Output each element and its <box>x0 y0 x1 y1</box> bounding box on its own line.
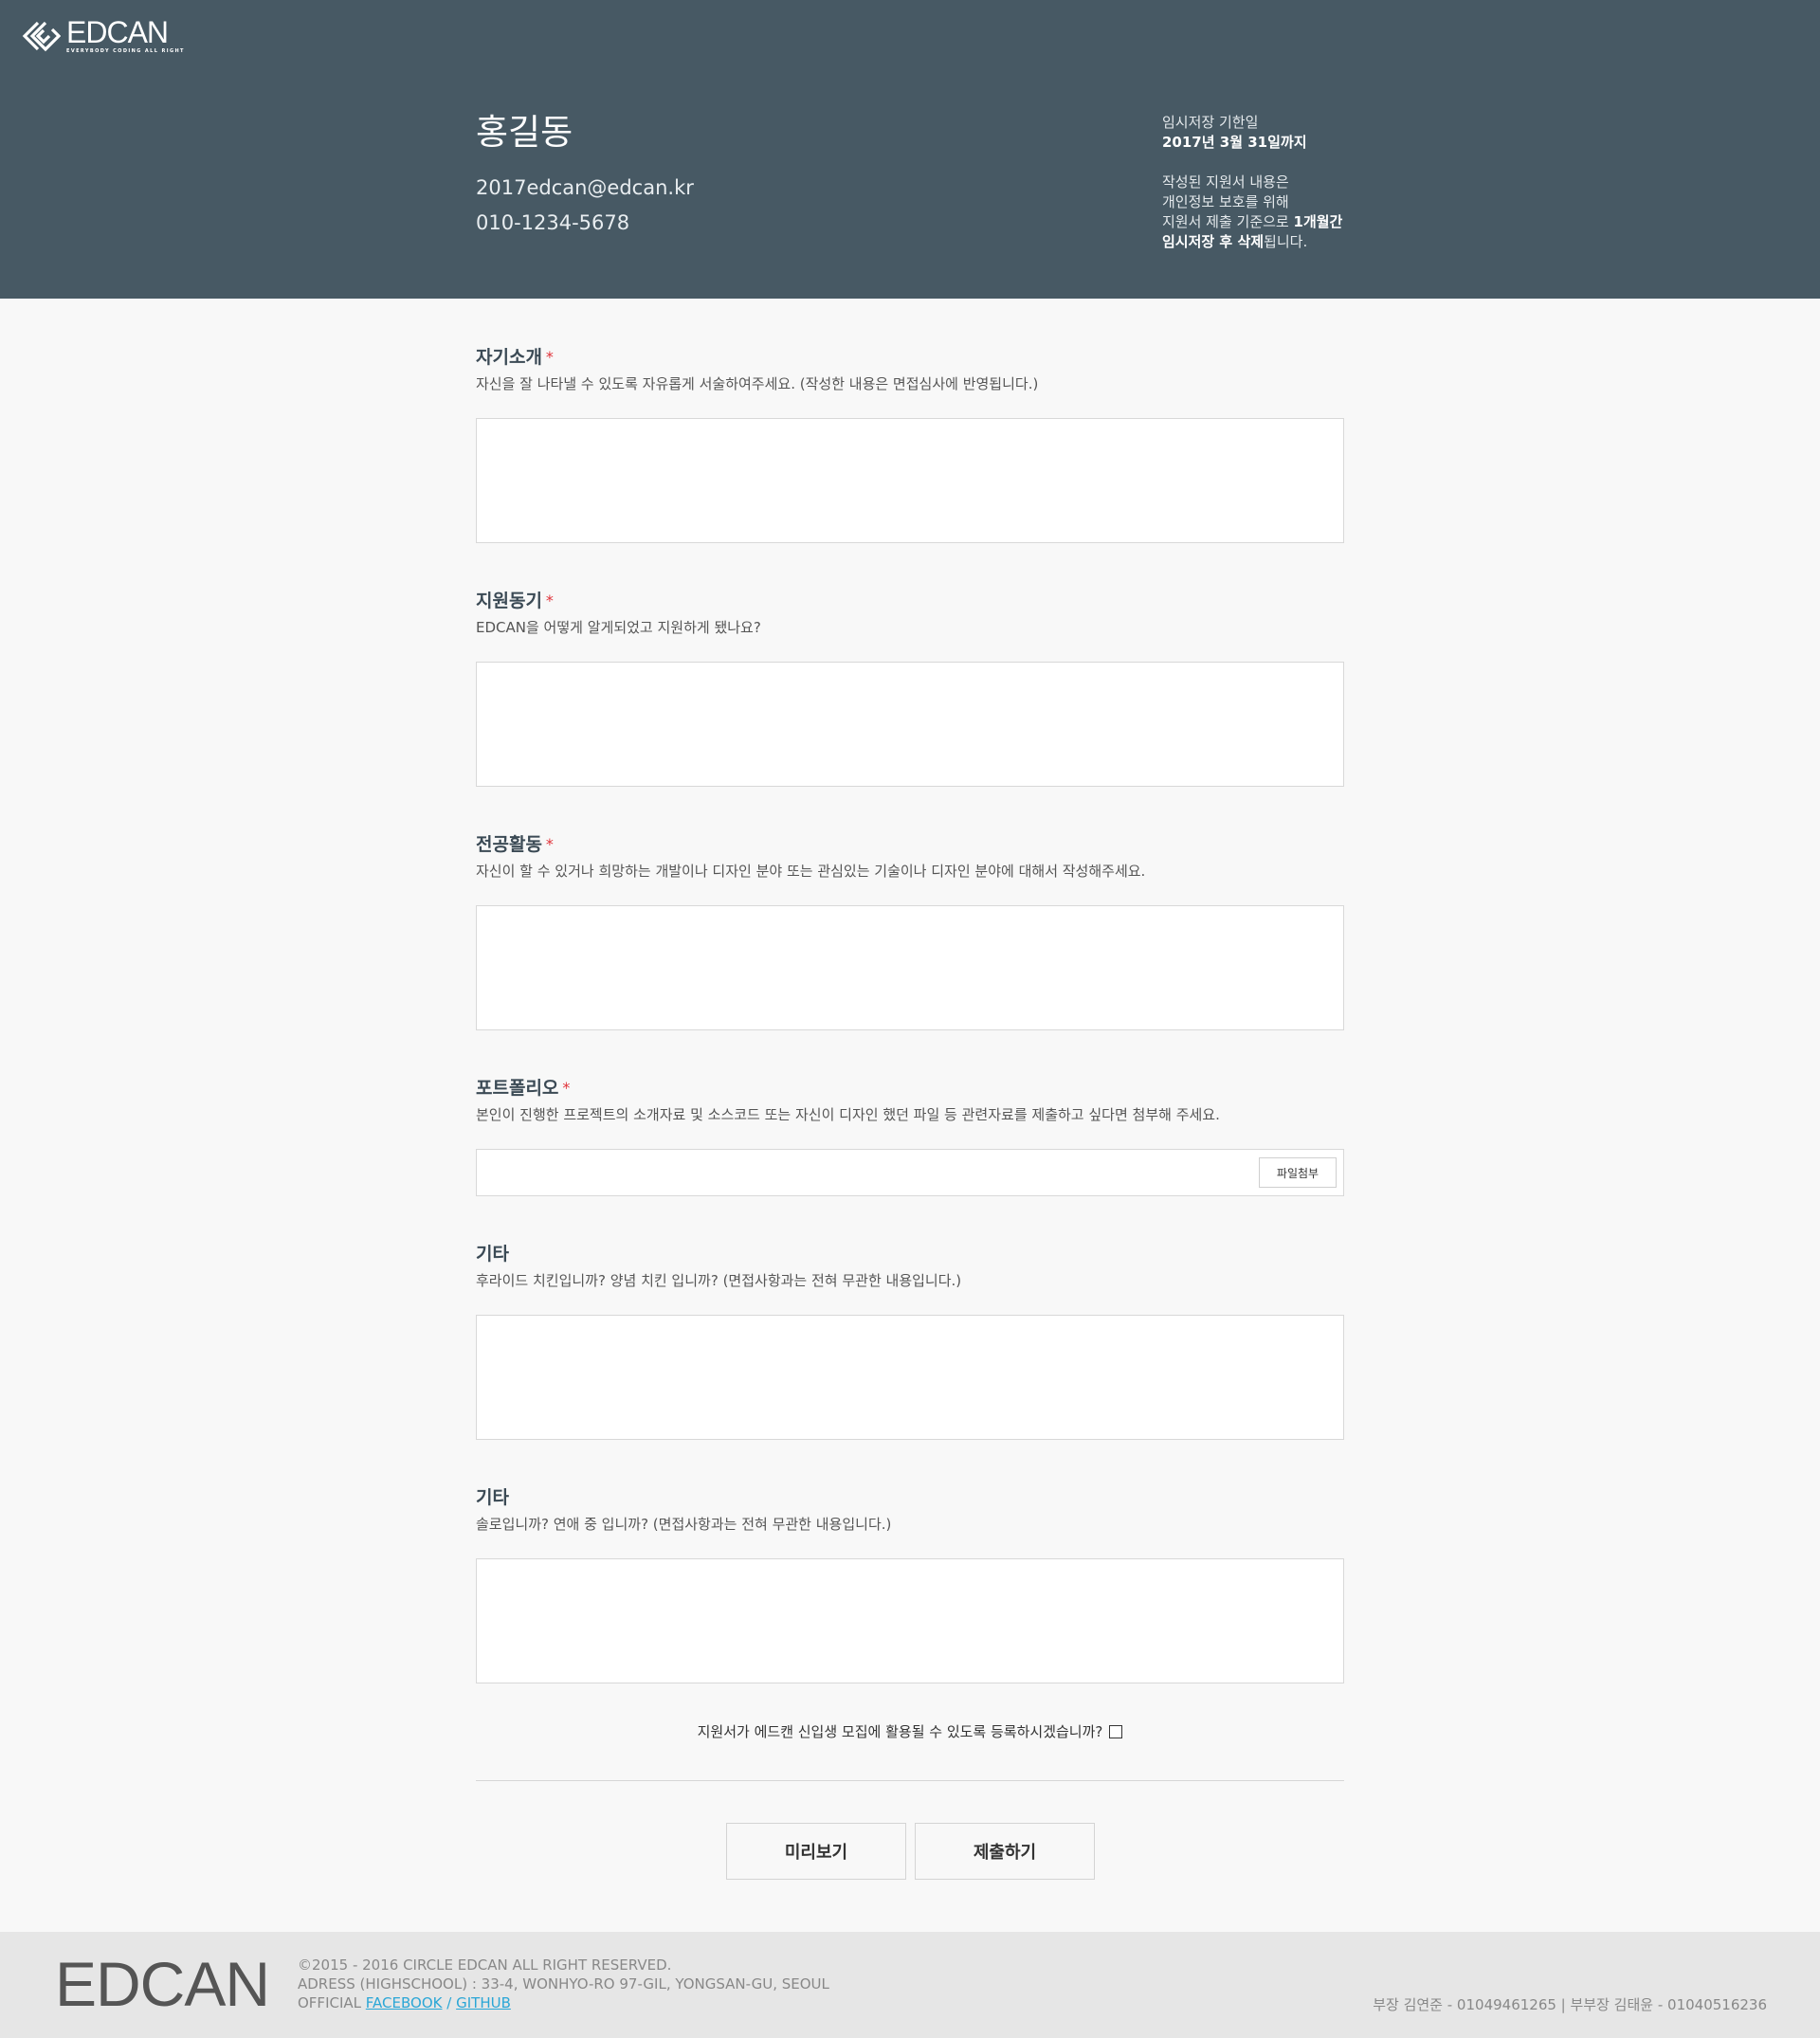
footer-copyright: ©2015 - 2016 CIRCLE EDCAN ALL RIGHT RESE… <box>298 1956 672 1974</box>
brand-logo[interactable]: EDCAN EVERYBODY CODING ALL RIGHT <box>21 17 185 54</box>
deadline-label: 임시저장 기한일 <box>1162 114 1259 131</box>
github-link[interactable]: GITHUB <box>456 1994 511 2011</box>
page-header: EDCAN EVERYBODY CODING ALL RIGHT 홍길동 201… <box>0 0 1820 299</box>
section-description: 솔로입니까? 연애 중 입니까? (면접사항과는 전혀 무관한 내용입니다.) <box>476 1516 892 1533</box>
notice-line-4-suffix: 됩니다. <box>1264 233 1308 250</box>
section-title: 자기소개 <box>476 347 542 368</box>
notice-line-2: 개인정보 보호를 위해 <box>1162 193 1289 210</box>
section-motivation: 지원동기 * EDCAN을 어떻게 알게되었고 지원하게 됐나요? <box>476 590 1344 637</box>
major-activity-textarea[interactable] <box>476 905 1344 1030</box>
self-introduction-textarea[interactable] <box>476 418 1344 543</box>
required-mark: * <box>545 348 554 366</box>
consent-row: 지원서가 에드캔 신입생 모집에 활용될 수 있도록 등록하시겠습니까? <box>476 1721 1344 1741</box>
notice-delete-policy: 임시저장 후 삭제 <box>1162 233 1265 250</box>
section-description: 본인이 진행한 프로젝트의 소개자료 및 소스코드 또는 자신이 디자인 했던 … <box>476 1106 1220 1123</box>
section-description: EDCAN을 어떻게 알게되었고 지원하게 됐나요? <box>476 619 761 636</box>
applicant-name: 홍길동 <box>476 112 573 153</box>
section-title: 지원동기 <box>476 591 542 611</box>
section-title: 기타 <box>476 1487 509 1508</box>
section-description: 자신이 할 수 있거나 희망하는 개발이나 디자인 분야 또는 관심있는 기술이… <box>476 863 1146 880</box>
section-description: 후라이드 치킨입니까? 양념 치킨 입니까? (면접사항과는 전혀 무관한 내용… <box>476 1272 962 1289</box>
preview-button[interactable]: 미리보기 <box>726 1823 906 1880</box>
edcan-diamond-logo-icon <box>22 21 61 51</box>
footer-address: ADRESS (HIGHSCHOOL) : 33-4, WONHYO-RO 97… <box>298 1975 829 1993</box>
divider <box>476 1780 1344 1781</box>
submit-button[interactable]: 제출하기 <box>915 1823 1095 1880</box>
required-mark: * <box>562 1079 571 1097</box>
page-footer: EDCAN ©2015 - 2016 CIRCLE EDCAN ALL RIGH… <box>0 1932 1820 2038</box>
footer-info: ©2015 - 2016 CIRCLE EDCAN ALL RIGHT RESE… <box>298 1956 829 2012</box>
portfolio-file-field[interactable]: 파일첨부 <box>476 1149 1344 1196</box>
deadline-value: 2017년 3월 31일까지 <box>1162 134 1307 151</box>
section-title: 전공활동 <box>476 834 542 855</box>
section-major-activity: 전공활동 * 자신이 할 수 있거나 희망하는 개발이나 디자인 분야 또는 관심… <box>476 833 1344 881</box>
notice-line-1: 작성된 지원서 내용은 <box>1162 173 1289 191</box>
attach-file-button[interactable]: 파일첨부 <box>1259 1157 1337 1188</box>
required-mark: * <box>545 591 554 610</box>
motivation-textarea[interactable] <box>476 662 1344 787</box>
consent-label: 지원서가 에드캔 신입생 모집에 활용될 수 있도록 등록하시겠습니까? <box>697 1723 1103 1740</box>
required-mark: * <box>545 835 554 853</box>
section-title: 기타 <box>476 1244 509 1265</box>
brand-tagline: EVERYBODY CODING ALL RIGHT <box>66 48 185 54</box>
section-etc-relationship: 기타 솔로입니까? 연애 중 입니까? (면접사항과는 전혀 무관한 내용입니다… <box>476 1486 1344 1534</box>
facebook-link[interactable]: FACEBOOK <box>366 1994 443 2011</box>
section-etc-chicken: 기타 후라이드 치킨입니까? 양념 치킨 입니까? (면접사항과는 전혀 무관한… <box>476 1243 1344 1290</box>
footer-logo: EDCAN <box>55 1949 270 2019</box>
consent-checkbox[interactable] <box>1109 1725 1123 1738</box>
footer-contacts: 부장 김연준 - 01049461265 | 부부장 김태윤 - 0104051… <box>1373 1996 1767 2013</box>
notice-retention-period: 1개월간 <box>1293 213 1343 230</box>
etc-relationship-textarea[interactable] <box>476 1558 1344 1683</box>
section-self-introduction: 자기소개 * 자신을 잘 나타낼 수 있도록 자유롭게 서술하여주세요. (작성한… <box>476 346 1344 393</box>
notice-line-3: 지원서 제출 기준으로 <box>1162 213 1294 230</box>
applicant-email: 2017edcan@edcan.kr <box>476 176 694 199</box>
applicant-phone: 010-1234-5678 <box>476 211 630 234</box>
applicant-profile: 홍길동 2017edcan@edcan.kr 010-1234-5678 <box>476 109 694 235</box>
section-description: 자신을 잘 나타낼 수 있도록 자유롭게 서술하여주세요. (작성한 내용은 면… <box>476 375 1039 392</box>
brand-name: EDCAN <box>66 15 169 49</box>
footer-official-label: OFFICIAL <box>298 1994 362 2011</box>
section-portfolio: 포트폴리오 * 본인이 진행한 프로젝트의 소개자료 및 소스코드 또는 자신이 … <box>476 1077 1344 1124</box>
temp-save-notice: 임시저장 기한일 2017년 3월 31일까지 작성된 지원서 내용은 개인정보… <box>1162 113 1342 252</box>
link-separator: / <box>446 1994 452 2011</box>
section-title: 포트폴리오 <box>476 1078 559 1099</box>
etc-chicken-textarea[interactable] <box>476 1315 1344 1440</box>
